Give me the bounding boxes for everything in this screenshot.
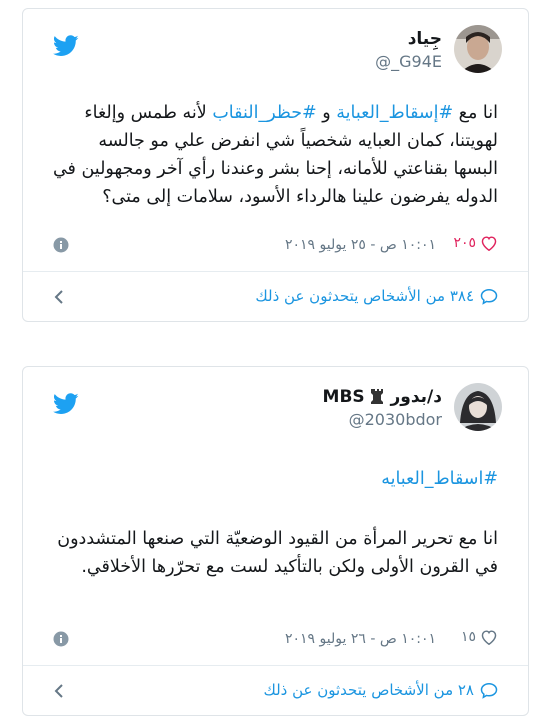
tweet-card[interactable]: جِياد @_G94E انا مع #إسقاط_العباية و #حظ… <box>22 8 529 322</box>
info-icon[interactable] <box>53 237 69 253</box>
user-names: جِياد @_G94E <box>375 27 442 73</box>
hashtag-link[interactable]: #اسقاط_العبايه <box>381 469 498 489</box>
tweet-text-mid: و <box>316 103 337 123</box>
talking-count: ٢٨ من الأشخاص يتحدثون عن ذلك <box>263 681 474 699</box>
talking-about[interactable]: ٣٨٤ من الأشخاص يتحدثون عن ذلك <box>255 287 498 305</box>
tweet-date[interactable]: ١٠:٠١ ص - ٢٦ يوليو ٢٠١٩ <box>285 631 436 647</box>
talking-about[interactable]: ٢٨ من الأشخاص يتحدثون عن ذلك <box>263 681 498 699</box>
conversation-link[interactable]: ٣٨٤ من الأشخاص يتحدثون عن ذلك <box>23 272 528 322</box>
avatar[interactable] <box>454 25 502 73</box>
tweet-header: جِياد @_G94E <box>23 9 528 89</box>
twitter-bird-icon[interactable] <box>53 393 79 415</box>
tweet-text-prefix: انا مع <box>453 103 498 123</box>
chevron-left-icon[interactable] <box>53 683 65 699</box>
like-button[interactable]: ٢٠٥ <box>453 235 498 251</box>
like-button[interactable]: ١٥ <box>461 629 498 645</box>
twitter-bird-icon[interactable] <box>53 35 79 57</box>
heart-icon <box>481 236 497 251</box>
conversation-link[interactable]: ٢٨ من الأشخاص يتحدثون عن ذلك <box>23 666 528 716</box>
user-names: د/بدور MBS @2030bdor <box>323 385 442 431</box>
tweet-meta: ١٥ ١٠:٠١ ص - ٢٦ يوليو ٢٠١٩ <box>53 629 498 651</box>
like-count: ١٥ <box>460 629 476 645</box>
heart-icon <box>481 630 497 645</box>
chevron-left-icon[interactable] <box>53 289 65 305</box>
display-name-text: د/بدور <box>390 387 443 407</box>
chess-rook-icon <box>370 389 383 404</box>
like-count: ٢٠٥ <box>453 235 476 251</box>
speech-bubble-icon <box>480 288 498 305</box>
info-icon[interactable] <box>53 631 69 647</box>
tweet-header: د/بدور MBS @2030bdor <box>23 367 528 447</box>
display-name[interactable]: جِياد <box>375 27 442 51</box>
hashtag-link[interactable]: #حظر_النقاب <box>212 103 316 123</box>
tweet-card[interactable]: د/بدور MBS @2030bdor #اسقاط_العبايه انا … <box>22 366 529 716</box>
tweet-text: انا مع #إسقاط_العباية و #حظر_النقاب لأنه… <box>51 99 498 211</box>
display-name-suffix: MBS <box>322 387 365 407</box>
user-handle[interactable]: @2030bdor <box>323 409 442 431</box>
hashtag-link[interactable]: #إسقاط_العباية <box>336 103 453 123</box>
avatar[interactable] <box>454 383 502 431</box>
speech-bubble-icon <box>480 682 498 699</box>
tweet-date[interactable]: ١٠:٠١ ص - ٢٥ يوليو ٢٠١٩ <box>285 237 436 253</box>
tweet-text: انا مع تحرير المرأة من القيود الوضعيّة ا… <box>57 529 498 577</box>
tweet-meta: ٢٠٥ ١٠:٠١ ص - ٢٥ يوليو ٢٠١٩ <box>53 235 498 257</box>
display-name[interactable]: د/بدور MBS <box>323 385 442 409</box>
talking-count: ٣٨٤ من الأشخاص يتحدثون عن ذلك <box>255 287 474 305</box>
user-handle[interactable]: @_G94E <box>375 51 442 73</box>
